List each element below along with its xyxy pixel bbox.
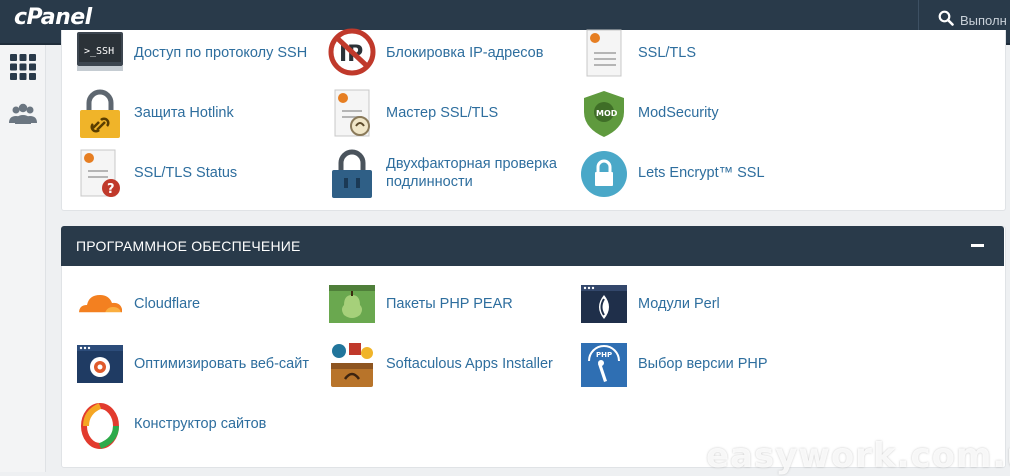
perl-modules-label: Модули Perl: [638, 296, 720, 312]
search-input[interactable]: [960, 11, 1010, 29]
perl-modules-link[interactable]: Модули Perl: [566, 279, 806, 331]
ip-blocker-label: Блокировка IP-адресов: [386, 45, 544, 61]
php-pear-link[interactable]: Пакеты PHP PEAR: [314, 279, 554, 331]
site-builder-link[interactable]: Конструктор сайтов: [62, 399, 302, 451]
ssl-wizard-label: Мастер SSL/TLS: [386, 105, 499, 121]
php-version-label: Выбор версии PHP: [638, 356, 768, 372]
svg-text:PHP: PHP: [596, 351, 612, 359]
ssh-terminal-icon: >_SSH: [77, 32, 123, 71]
ip-blocker-link[interactable]: IP Блокировка IP-адресов: [314, 28, 554, 80]
users-icon[interactable]: [7, 101, 39, 129]
php-version-icon: PHP: [581, 343, 627, 387]
lets-encrypt-label: Lets Encrypt™ SSL: [638, 165, 765, 181]
lets-encrypt-icon: [581, 151, 627, 197]
svg-text:>_SSH: >_SSH: [84, 46, 114, 57]
site-builder-icon: [81, 403, 119, 449]
ssl-status-icon: ?: [80, 149, 120, 197]
sidebar: [0, 45, 46, 472]
cloudflare-icon: [79, 295, 122, 314]
ssl-tls-link[interactable]: SSL/TLS: [566, 28, 806, 80]
search-icon[interactable]: [938, 10, 954, 26]
cpanel-logo[interactable]: cPanel: [14, 5, 92, 30]
svg-text:MOD: MOD: [596, 109, 618, 118]
optimize-website-icon: [77, 345, 123, 383]
software-panel-header[interactable]: ПРОГРАММНОЕ ОБЕСПЕЧЕНИЕ: [61, 226, 1004, 266]
php-version-link[interactable]: PHP Выбор версии PHP: [566, 339, 806, 391]
ip-blocker-icon: IP: [328, 28, 376, 76]
ssl-wizard-icon: [334, 89, 370, 137]
cloudflare-label: Cloudflare: [134, 296, 201, 312]
optimize-website-link[interactable]: Оптимизировать веб-сайт: [62, 339, 309, 391]
hotlink-protection-label: Защита Hotlink: [134, 105, 234, 121]
optimize-website-label: Оптимизировать веб-сайт: [134, 356, 309, 372]
php-pear-icon: [329, 285, 375, 323]
perl-modules-icon: [581, 285, 627, 323]
ssl-status-label: SSL/TLS Status: [134, 165, 238, 181]
two-factor-auth-link[interactable]: Двухфакторная проверка подлинности: [314, 148, 557, 200]
ssl-tls-label: SSL/TLS: [638, 45, 697, 61]
modsecurity-shield-icon: MOD: [584, 91, 624, 137]
modsecurity-label: ModSecurity: [638, 105, 719, 121]
lets-encrypt-link[interactable]: Lets Encrypt™ SSL: [566, 148, 806, 200]
ssh-access-label: Доступ по протоколу SSH: [134, 45, 308, 61]
hotlink-protection-link[interactable]: Защита Hotlink: [62, 88, 302, 140]
hotlink-lock-icon: [80, 89, 120, 138]
security-panel: >_SSH Доступ по протоколу SSH IP Блокиро…: [61, 28, 1006, 211]
ssl-certificate-icon: [586, 29, 622, 77]
softaculous-link[interactable]: Softaculous Apps Installer: [314, 339, 554, 391]
software-panel-title: ПРОГРАММНОЕ ОБЕСПЕЧЕНИЕ: [76, 238, 301, 254]
watermark: easywork.com.ua: [706, 436, 1010, 476]
two-factor-lock-icon: [332, 149, 372, 198]
cloudflare-link[interactable]: Cloudflare: [62, 279, 302, 331]
two-factor-auth-label: Двухфакторная проверка подлинности: [386, 156, 557, 190]
ssl-wizard-link[interactable]: Мастер SSL/TLS: [314, 88, 554, 140]
modsecurity-link[interactable]: MOD ModSecurity: [566, 88, 806, 140]
softaculous-icon: [331, 343, 373, 387]
softaculous-label: Softaculous Apps Installer: [386, 356, 553, 372]
php-pear-label: Пакеты PHP PEAR: [386, 296, 513, 312]
apps-grid-icon[interactable]: [7, 53, 39, 81]
ssh-access-link[interactable]: >_SSH Доступ по протоколу SSH: [62, 28, 307, 80]
collapse-icon[interactable]: [971, 244, 984, 247]
site-builder-label: Конструктор сайтов: [134, 416, 267, 432]
svg-text:?: ?: [107, 182, 115, 197]
ssl-status-link[interactable]: ? SSL/TLS Status: [62, 148, 302, 200]
software-panel: ПРОГРАММНОЕ ОБЕСПЕЧЕНИЕ Cloudflare Пакет…: [61, 226, 1006, 468]
